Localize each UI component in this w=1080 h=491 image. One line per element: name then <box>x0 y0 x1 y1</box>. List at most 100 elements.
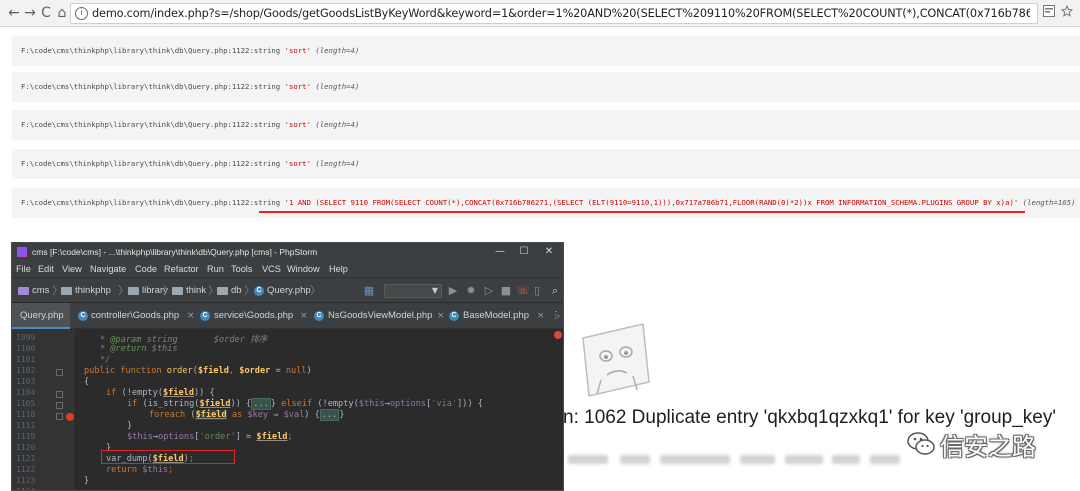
site-info-icon[interactable]: i <box>75 7 88 20</box>
code-line-1101: */ <box>100 355 111 365</box>
line-number: 1103 <box>16 377 36 386</box>
line-number: 1110 <box>16 410 36 419</box>
folder-icon <box>61 287 72 295</box>
code-line-1104: if (!empty($field)) { <box>106 388 215 398</box>
listen-debug-icon[interactable]: ☏ <box>516 284 530 298</box>
menu-run[interactable]: Run <box>207 261 224 277</box>
tab-label: BaseModel.php <box>463 310 530 321</box>
url-text[interactable]: demo.com/index.php?s=/shop/Goods/getGood… <box>92 7 1030 21</box>
dump-length: (length=4) <box>315 120 360 129</box>
sidebar-toggle-icon[interactable]: ▯ <box>530 284 544 298</box>
menu-tools[interactable]: Tools <box>231 261 252 277</box>
php-class-icon: C <box>200 311 210 321</box>
home-icon[interactable]: ⌂ <box>53 4 71 22</box>
tab-label: service\Goods.php <box>214 310 294 321</box>
dump-length: (length=165) <box>1022 198 1076 207</box>
dump-row: F:\code\cms\thinkphp\library\think\db\Qu… <box>12 188 1080 218</box>
fold-marker-icon[interactable] <box>56 369 63 376</box>
tab-controller-goods[interactable]: C controller\Goods.php × <box>74 303 195 329</box>
line-number: 1124 <box>16 487 35 490</box>
tab-label: NsGoodsViewModel.php <box>328 310 433 321</box>
tab-query-php[interactable]: Query.php <box>12 303 70 329</box>
stop-icon[interactable]: ■ <box>499 284 513 298</box>
bookmark-star-icon[interactable] <box>1060 4 1074 21</box>
tab-nsgoodsviewmodel[interactable]: C NsGoodsViewModel.php × <box>314 303 446 329</box>
code-line-1123: return $this; <box>106 465 174 475</box>
folder-icon <box>128 287 139 295</box>
phpstorm-logo-icon <box>17 247 27 257</box>
menu-navigate[interactable]: Navigate <box>90 261 126 277</box>
line-number: 1122 <box>16 465 36 474</box>
minimize-button[interactable]: — <box>489 243 511 261</box>
line-number: 1101 <box>16 355 36 364</box>
dump-value: 'sort' <box>284 120 311 129</box>
tab-close-icon[interactable]: × <box>300 303 308 329</box>
coverage-icon[interactable]: ▷ <box>482 284 496 298</box>
code-line-1105: if (is_string($field)) {...} elseif (!em… <box>127 398 483 410</box>
tab-close-icon[interactable]: × <box>437 303 445 329</box>
more-tabs-button[interactable]: ⋮ ₂ <box>548 303 563 329</box>
menu-vcs[interactable]: VCS <box>262 261 281 277</box>
dump-value: 'sort' <box>284 46 311 55</box>
dump-path: F:\code\cms\thinkphp\library\think\db\Qu… <box>21 82 281 91</box>
line-number-gutter: 1099 1100 1101 1102 1103 1104 1105 1110 … <box>12 329 74 490</box>
code-line-1124: } <box>84 476 90 486</box>
menu-window[interactable]: Window <box>287 261 320 277</box>
tab-close-icon[interactable]: × <box>537 303 545 329</box>
fold-marker-icon[interactable] <box>56 391 63 398</box>
dump-row: F:\code\cms\thinkphp\library\think\db\Qu… <box>12 110 1080 140</box>
error-status-icon[interactable] <box>554 331 562 339</box>
fold-marker-icon[interactable] <box>56 413 63 420</box>
php-class-icon: C <box>314 311 324 321</box>
project-folder-icon <box>18 287 29 295</box>
menu-view[interactable]: View <box>62 261 82 277</box>
line-number: 1120 <box>16 443 36 452</box>
dump-row: F:\code\cms\thinkphp\library\think\db\Qu… <box>12 72 1080 102</box>
menu-edit[interactable]: Edit <box>38 261 54 277</box>
dump-length: (length=4) <box>315 159 360 168</box>
breadcrumb-think[interactable]: think <box>186 278 206 304</box>
mysql-error-message: n: 1062 Duplicate entry 'qkxbq1qzxkq1' f… <box>563 407 1056 428</box>
dump-path: F:\code\cms\thinkphp\library\think\db\Qu… <box>21 159 281 168</box>
browser-toolbar: ← → C ⌂ i demo.com/index.php?s=/shop/Goo… <box>0 0 1080 27</box>
dump-length: (length=4) <box>315 46 360 55</box>
breadcrumb-separator: 〉 <box>310 284 321 297</box>
address-bar[interactable]: i demo.com/index.php?s=/shop/Goods/getGo… <box>70 3 1038 24</box>
breadcrumb-db[interactable]: db <box>231 278 242 304</box>
code-line-1119: } <box>127 421 133 431</box>
menu-refactor[interactable]: Refactor <box>164 261 199 277</box>
intention-bulb-icon[interactable] <box>66 413 74 421</box>
maximize-button[interactable]: ☐ <box>513 243 535 261</box>
run-config-select[interactable]: ▼ <box>384 284 442 298</box>
dump-row: F:\code\cms\thinkphp\library\think\db\Qu… <box>12 36 1080 66</box>
translate-icon[interactable] <box>1042 5 1056 21</box>
dump-value: 'sort' <box>284 82 311 91</box>
breadcrumb-cms[interactable]: cms <box>32 278 49 304</box>
more-tabs-count: ₂ <box>557 312 560 319</box>
ide-title-bar: cms [F:\code\cms] - ...\thinkphp\library… <box>12 243 563 261</box>
chevron-down-icon: ▼ <box>431 286 438 295</box>
menu-code[interactable]: Code <box>135 261 157 277</box>
menu-help[interactable]: Help <box>329 261 348 277</box>
line-number: 1119 <box>16 432 36 441</box>
debug-icon[interactable]: ✹ <box>464 284 478 298</box>
folder-icon <box>217 287 228 295</box>
search-icon[interactable]: ⌕ <box>548 284 562 298</box>
line-number: 1121 <box>16 454 36 463</box>
menu-file[interactable]: File <box>16 261 31 277</box>
tab-service-goods[interactable]: C service\Goods.php × <box>194 303 308 329</box>
build-icon[interactable]: ▦ <box>362 284 376 298</box>
breadcrumb-query-php[interactable]: Query.php <box>267 278 311 304</box>
fold-marker-icon[interactable] <box>56 402 63 409</box>
breadcrumb-thinkphp[interactable]: thinkphp <box>75 278 111 304</box>
dump-row: F:\code\cms\thinkphp\library\think\db\Qu… <box>12 149 1080 179</box>
tab-basemodel[interactable]: C BaseModel.php × <box>449 303 547 329</box>
code-editor[interactable]: 1099 1100 1101 1102 1103 1104 1105 1110 … <box>12 329 563 490</box>
dump-path: F:\code\cms\thinkphp\library\think\db\Qu… <box>21 198 281 207</box>
ide-title-text: cms [F:\code\cms] - ...\thinkphp\library… <box>32 247 318 257</box>
editor-tabs: Query.php C controller\Goods.php × C ser… <box>12 303 563 329</box>
line-number: 1105 <box>16 399 36 408</box>
php-class-icon: C <box>254 286 264 296</box>
run-icon[interactable]: ▶ <box>446 284 460 298</box>
close-button[interactable]: ✕ <box>538 243 560 261</box>
